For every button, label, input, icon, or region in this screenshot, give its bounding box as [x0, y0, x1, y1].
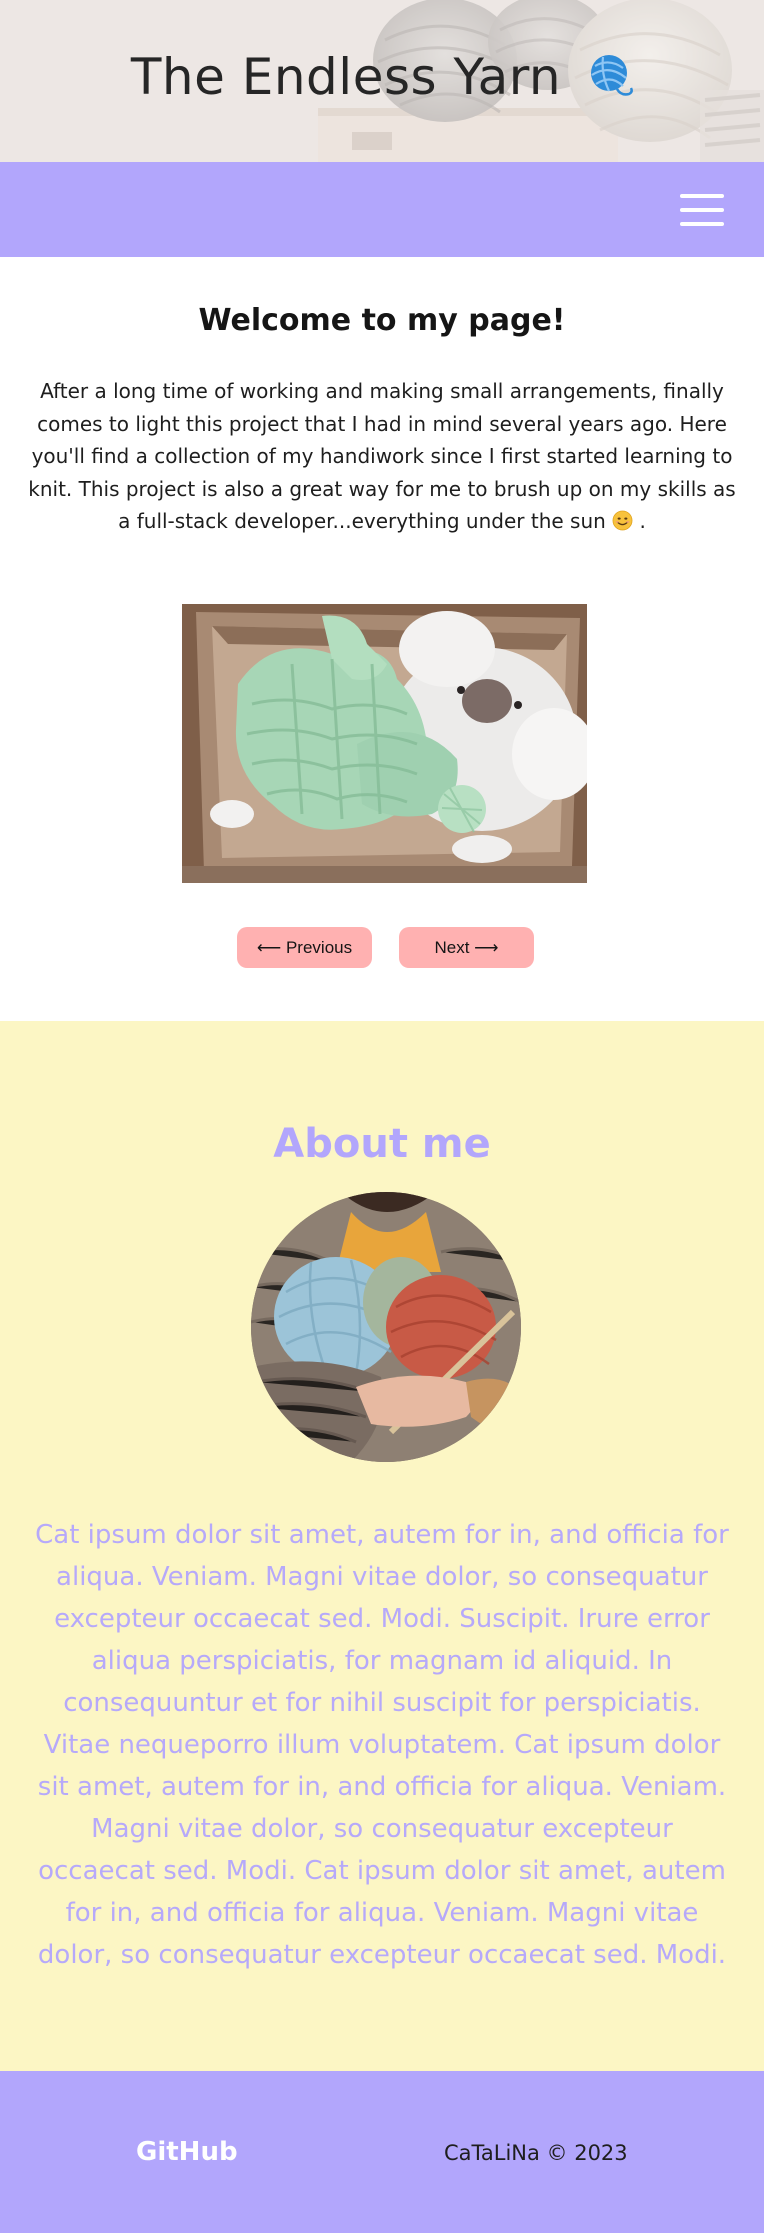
smiling-face-emoji — [612, 510, 633, 531]
previous-button[interactable]: ⟵ Previous — [237, 927, 372, 968]
hamburger-bar — [680, 194, 724, 198]
navbar — [0, 162, 764, 257]
welcome-paragraph-end: . — [639, 509, 646, 533]
next-button[interactable]: Next ⟶ — [399, 927, 534, 968]
about-heading: About me — [273, 1121, 491, 1167]
hero-banner: The Endless Yarn — [0, 0, 764, 162]
copyright-text: CaTaLiNa © 2023 — [444, 2141, 628, 2165]
avatar — [251, 1192, 521, 1462]
welcome-section: Welcome to my page! After a long time of… — [0, 257, 764, 1021]
welcome-heading: Welcome to my page! — [198, 303, 566, 338]
about-section: About me Cat ipsum dolor sit amet, autem… — [0, 1021, 764, 2071]
welcome-paragraph: After a long time of working and making … — [24, 375, 740, 538]
hamburger-bar — [680, 222, 724, 226]
hamburger-bar — [680, 208, 724, 212]
gallery-controls: ⟵ Previous Next ⟶ — [0, 927, 764, 969]
knitted-baby-set-photo — [182, 604, 587, 883]
yarn-ball-icon — [591, 55, 634, 96]
site-title-text: The Endless Yarn — [130, 48, 562, 106]
about-text: Cat ipsum dolor sit amet, autem for in, … — [35, 1520, 729, 1970]
yarn-and-needles-photo — [251, 1192, 521, 1462]
site-title: The Endless Yarn — [0, 48, 764, 106]
gallery-image — [182, 604, 587, 883]
github-link[interactable]: GitHub — [136, 2137, 238, 2167]
footer: GitHub CaTaLiNa © 2023 — [0, 2071, 764, 2233]
hamburger-menu-icon[interactable] — [680, 192, 726, 228]
